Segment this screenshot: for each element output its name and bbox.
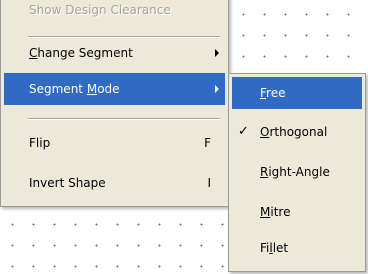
menu-item-show-design-clearance: Show Design Clearance [4, 0, 225, 26]
menu-item-label: Right-Angle [260, 165, 330, 179]
menu-item-flip[interactable]: Flip F [4, 127, 225, 159]
submenu-arrow-icon [215, 49, 219, 57]
menu-item-invert-shape[interactable]: Invert Shape I [4, 167, 225, 199]
segment-mode-submenu: Free ✓ Orthogonal Right-Angle Mitre Fill… [228, 73, 366, 272]
menu-item-label: Fillet [260, 241, 289, 255]
context-menu: Show Design Clearance Change Segment Seg… [0, 0, 229, 207]
checkmark-icon: ✓ [238, 124, 249, 139]
submenu-item-orthogonal[interactable]: ✓ Orthogonal [232, 116, 362, 148]
menu-item-label: Segment Mode [29, 82, 120, 96]
submenu-item-mitre[interactable]: Mitre [232, 196, 362, 228]
submenu-item-free[interactable]: Free [232, 77, 362, 109]
menu-item-label: Orthogonal [260, 125, 328, 139]
submenu-arrow-icon [215, 85, 219, 93]
menu-separator [28, 118, 220, 120]
menu-item-label: Flip [29, 136, 51, 150]
menu-item-label: Change Segment [29, 46, 133, 60]
menu-item-shortcut: F [204, 136, 211, 150]
menu-item-label: Free [260, 86, 286, 100]
menu-item-change-segment[interactable]: Change Segment [4, 37, 225, 69]
menu-item-shortcut: I [207, 176, 211, 190]
menu-item-label: Mitre [260, 205, 291, 219]
menu-item-label: Show Design Clearance [29, 3, 171, 17]
submenu-item-fillet[interactable]: Fillet [232, 232, 362, 264]
menu-item-segment-mode[interactable]: Segment Mode [4, 73, 225, 105]
menu-item-label: Invert Shape [29, 176, 106, 190]
submenu-item-right-angle[interactable]: Right-Angle [232, 156, 362, 188]
